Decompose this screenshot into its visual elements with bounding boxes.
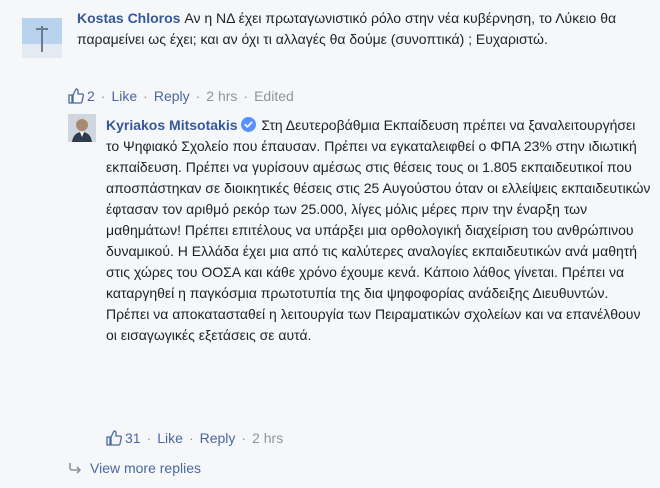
comment-body: Kyriakos Mitsotakis Στη Δευτεροβάθμια Εκ…	[106, 115, 651, 346]
comment-body: Kostas Chloros Αν η ΝΔ έχει πρωταγωνιστι…	[77, 8, 652, 50]
separator: ·	[195, 88, 201, 104]
reply-button[interactable]: Reply	[154, 88, 190, 104]
avatar[interactable]	[22, 18, 62, 58]
reply-arrow-icon	[69, 463, 81, 474]
timestamp[interactable]: 2 hrs	[252, 430, 283, 446]
reply-button[interactable]: Reply	[200, 430, 236, 446]
separator: ·	[100, 88, 106, 104]
comment-author[interactable]: Kyriakos Mitsotakis	[106, 117, 238, 133]
comment-actions: 31 · Like · Reply · 2 hrs	[106, 430, 283, 446]
like-button[interactable]: Like	[157, 430, 183, 446]
like-count-value: 31	[125, 430, 141, 446]
like-count[interactable]: 2	[68, 88, 95, 104]
comment-actions: 2 · Like · Reply · 2 hrs · Edited	[68, 88, 294, 104]
comment-author[interactable]: Kostas Chloros	[77, 10, 180, 26]
avatar[interactable]	[68, 114, 96, 142]
comment: Kostas Chloros Αν η ΝΔ έχει πρωταγωνιστι…	[0, 0, 660, 110]
like-button[interactable]: Like	[111, 88, 137, 104]
separator: ·	[241, 430, 247, 446]
separator: ·	[143, 88, 148, 104]
avatar-image	[22, 18, 62, 58]
separator: ·	[188, 430, 194, 446]
like-count-value: 2	[87, 88, 95, 104]
thumbs-up-icon	[106, 430, 122, 446]
like-count[interactable]: 31	[106, 430, 141, 446]
separator: ·	[146, 430, 152, 446]
avatar-image	[68, 114, 96, 142]
reply-comment: Kyriakos Mitsotakis Στη Δευτεροβάθμια Εκ…	[0, 110, 660, 455]
view-more-replies-link[interactable]: View more replies	[68, 460, 201, 476]
timestamp[interactable]: 2 hrs	[206, 88, 237, 104]
separator: ·	[243, 88, 249, 104]
comment-text: Στη Δευτεροβάθμια Εκπαίδευση πρέπει να ξ…	[106, 117, 651, 343]
verified-badge-icon	[240, 117, 256, 132]
edited-label[interactable]: Edited	[254, 88, 294, 104]
view-more-label: View more replies	[90, 460, 202, 476]
thumbs-up-icon	[68, 88, 84, 104]
